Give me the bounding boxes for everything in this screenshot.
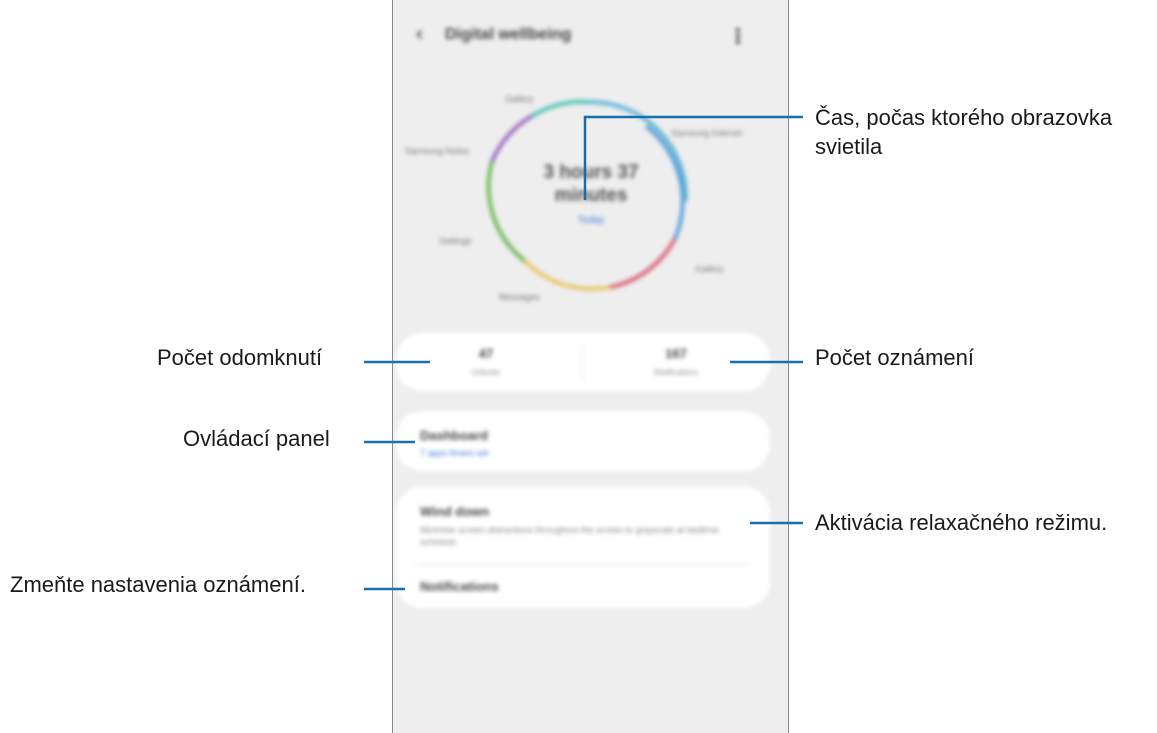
callout-line-screen-time xyxy=(583,115,803,200)
callout-lines xyxy=(364,115,803,591)
